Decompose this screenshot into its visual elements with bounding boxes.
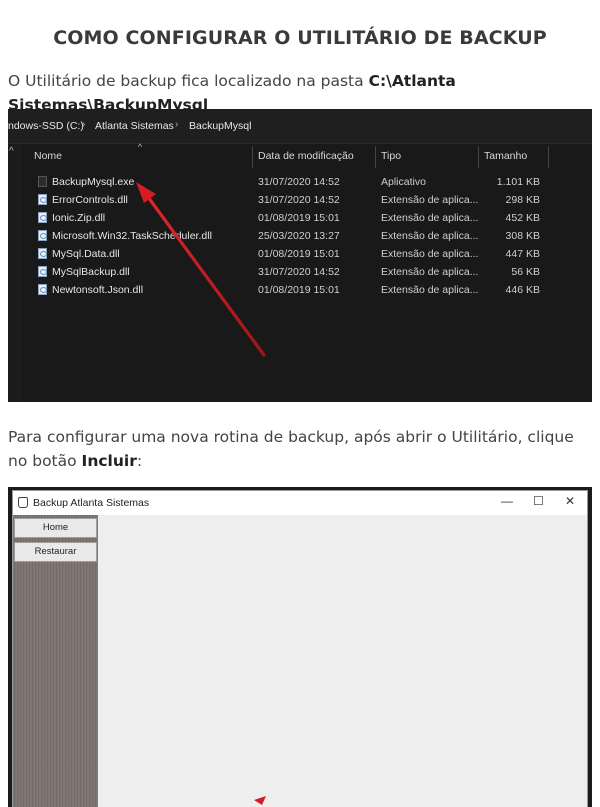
explorer-screenshot: ndows-SSD (C:) › Atlanta Sistemas › Back… <box>8 109 592 402</box>
instruction-suffix: : <box>136 452 143 470</box>
incluir-emphasis: Incluir <box>81 452 137 470</box>
arrow-shaft <box>146 195 266 357</box>
arrow-head <box>254 796 266 805</box>
arrow-head <box>136 182 156 203</box>
red-arrow-annotation <box>136 182 266 357</box>
intro-text: O Utilitário de backup fica localizado n… <box>8 72 369 90</box>
page-title: COMO CONFIGURAR O UTILITÁRIO DE BACKUP <box>53 27 547 49</box>
red-arrow-annotation-partial <box>254 796 266 805</box>
app-screenshot: Backup Atlanta Sistemas — ☐ ✕ Home Resta… <box>8 487 592 807</box>
instruction-paragraph: Para configurar uma nova rotina de backu… <box>8 425 592 473</box>
